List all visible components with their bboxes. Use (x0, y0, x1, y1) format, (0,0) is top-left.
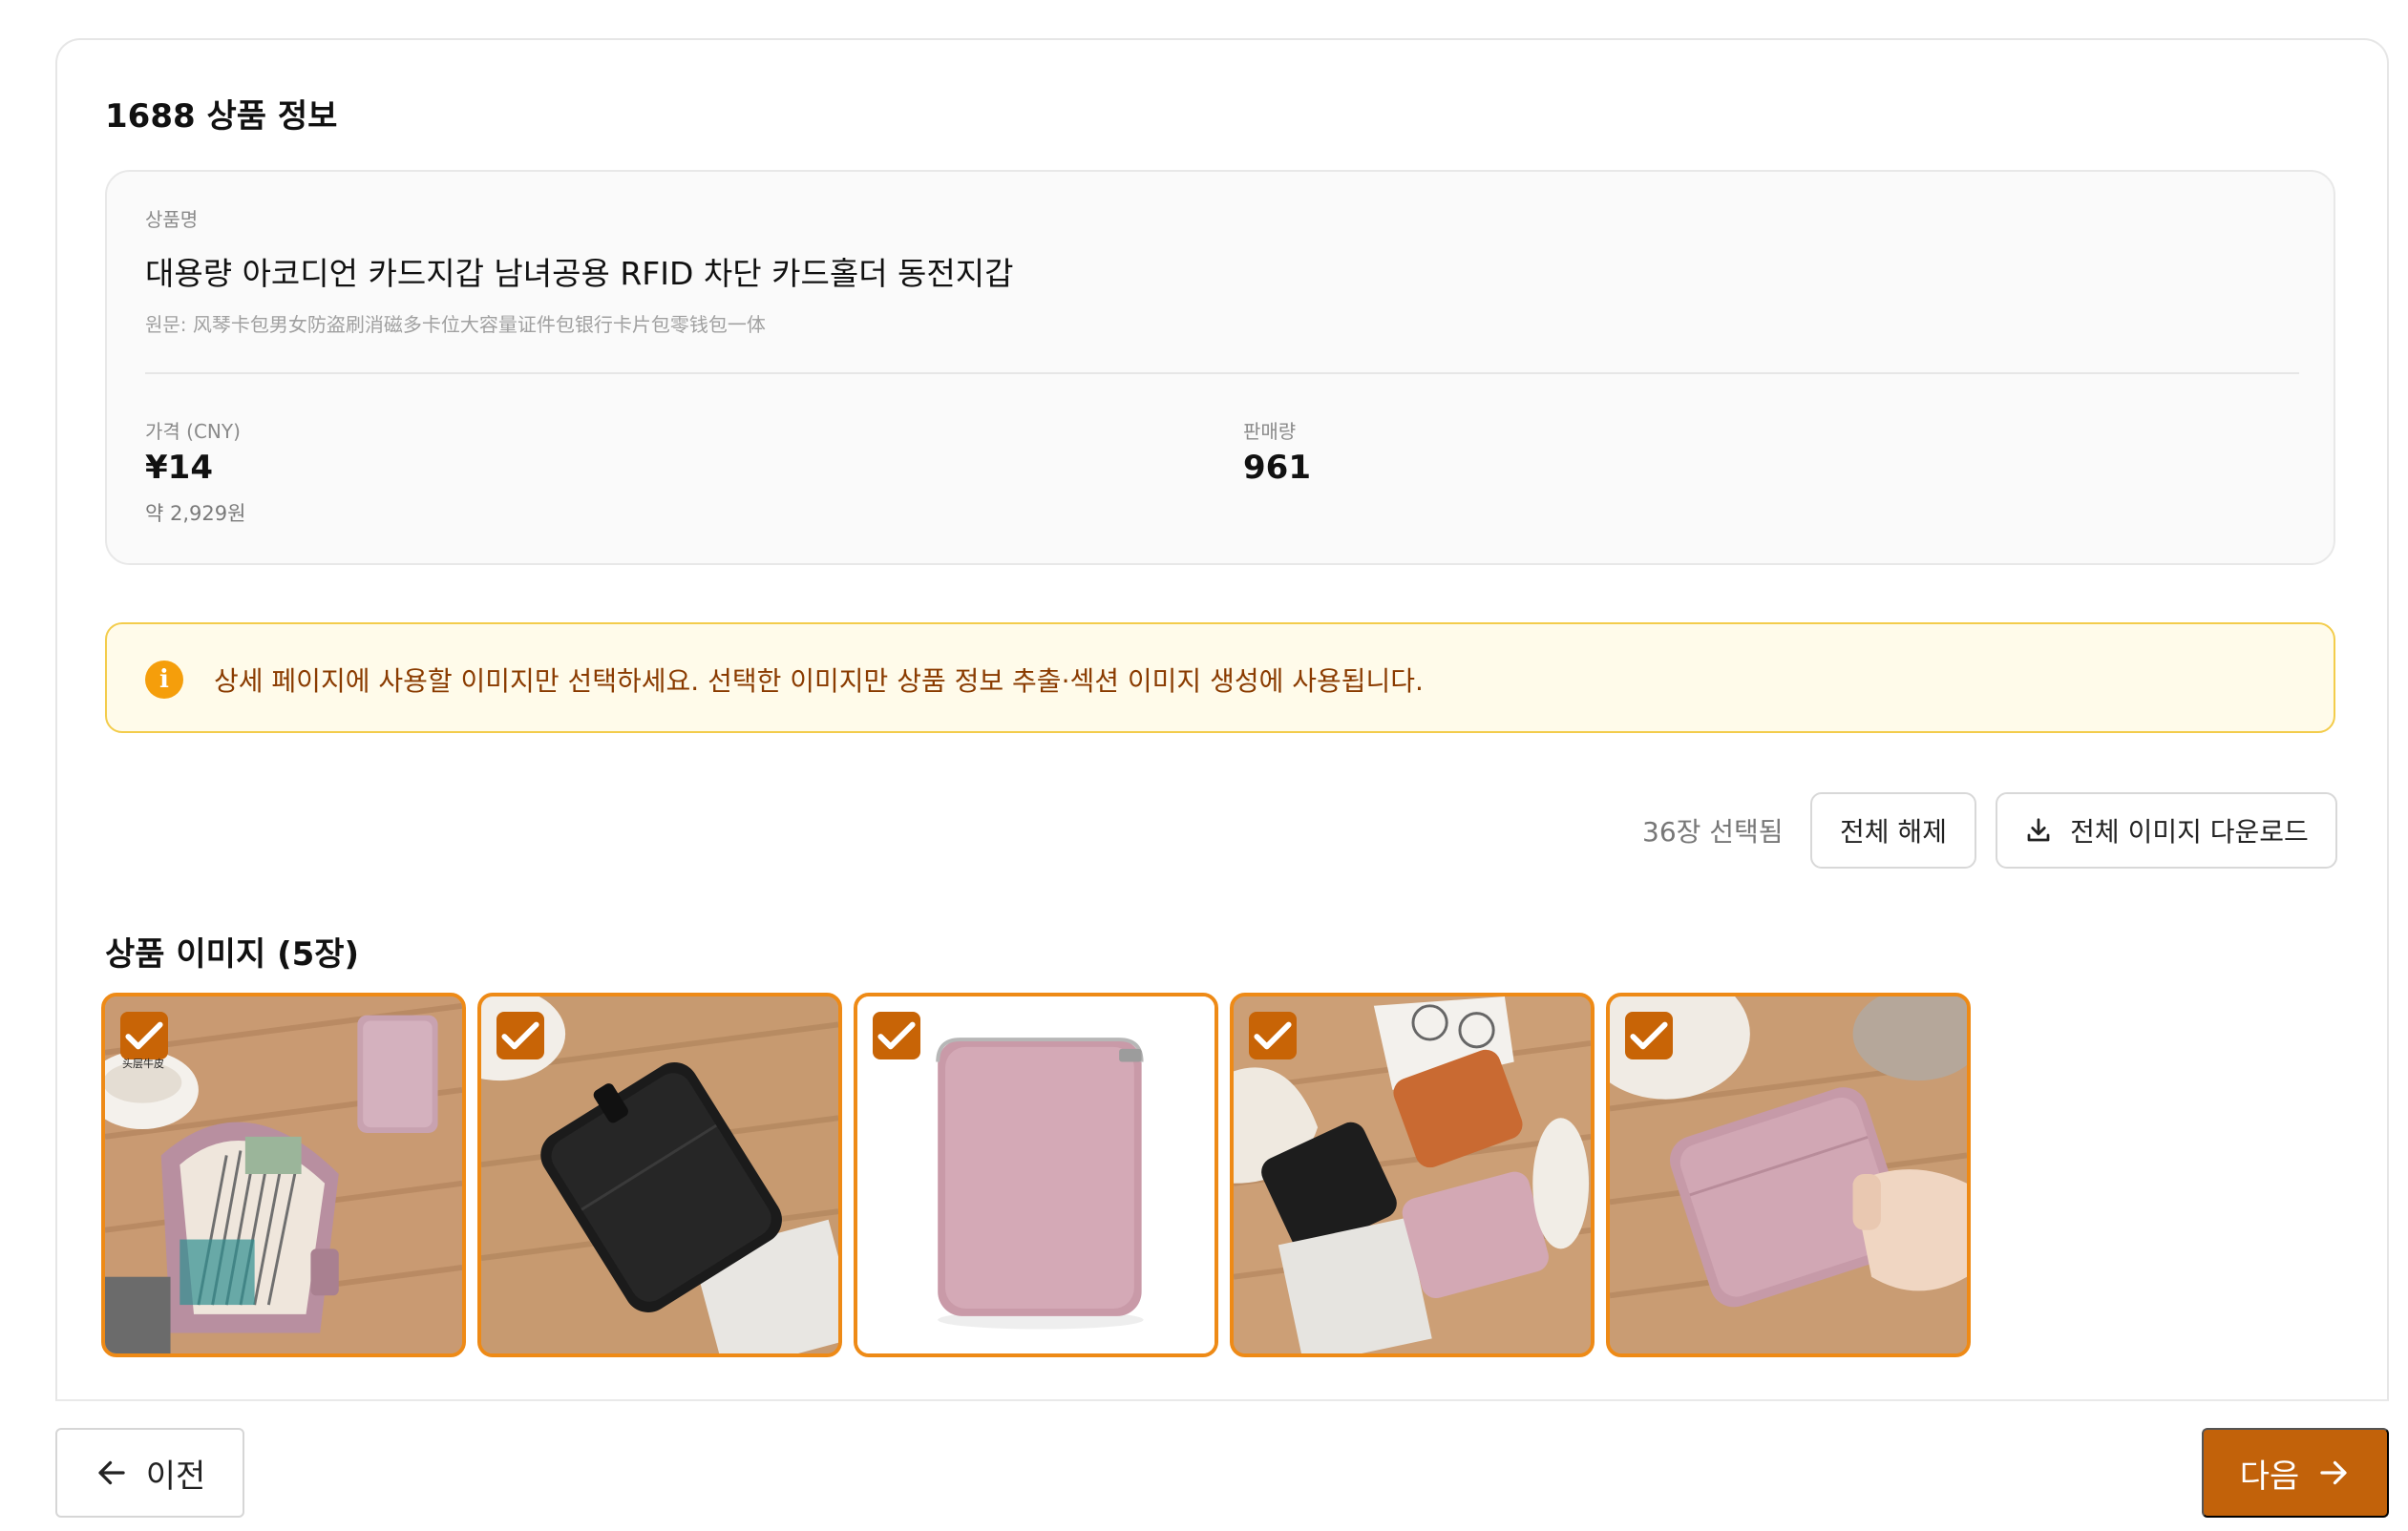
product-image-5[interactable] (1606, 993, 1971, 1357)
info-divider (145, 372, 2299, 374)
product-image-4[interactable] (1230, 993, 1595, 1357)
selected-count: 36장 선택됨 (1642, 816, 1784, 848)
selected-check-icon[interactable] (120, 1012, 168, 1059)
deselect-all-label: 전체 해제 (1840, 816, 1947, 848)
selected-check-icon[interactable] (873, 1012, 920, 1059)
prev-button[interactable]: 이전 (55, 1428, 244, 1518)
images-title: 상품 이미지 (5장) (105, 935, 360, 974)
selected-check-icon[interactable] (1625, 1012, 1673, 1059)
product-original-name: 원문: 风琴卡包男女防盗刷消磁多卡位大容量证件包银行卡片包零钱包一体 (145, 313, 766, 336)
product-info-box: 상품명 대용량 아코디언 카드지갑 남녀공용 RFID 차단 카드홀더 동전지갑… (105, 170, 2335, 565)
prev-label: 이전 (145, 1458, 206, 1495)
product-image-1[interactable]: 头层牛皮 (101, 993, 466, 1357)
price-krw: 약 2,929원 (145, 502, 246, 525)
next-label: 다음 (2239, 1458, 2300, 1495)
download-all-label: 전체 이미지 다운로드 (2070, 816, 2309, 848)
selected-check-icon[interactable] (496, 1012, 544, 1059)
image-overlay-text: 头层牛皮 (122, 1058, 164, 1070)
product-name: 대용량 아코디언 카드지갑 남녀공용 RFID 차단 카드홀더 동전지갑 (145, 255, 1014, 292)
download-all-button[interactable]: 전체 이미지 다운로드 (1996, 792, 2337, 869)
product-image-2[interactable] (477, 993, 842, 1357)
download-icon (2027, 818, 2050, 842)
selected-check-icon[interactable] (1249, 1012, 1297, 1059)
sales-value: 961 (1243, 449, 1311, 487)
arrow-right-icon (2320, 1460, 2347, 1485)
price-label: 가격 (CNY) (145, 420, 241, 443)
sales-label: 판매량 (1243, 420, 1297, 443)
product-image-3[interactable] (854, 993, 1218, 1357)
price-value: ¥14 (145, 449, 213, 487)
section-title: 1688 상품 정보 (105, 97, 338, 136)
next-button[interactable]: 다음 (2202, 1428, 2389, 1518)
arrow-left-icon (98, 1460, 125, 1485)
notice-banner: i 상세 페이지에 사용할 이미지만 선택하세요. 선택한 이미지만 상품 정보… (105, 622, 2335, 733)
notice-text: 상세 페이지에 사용할 이미지만 선택하세요. 선택한 이미지만 상품 정보 추… (214, 665, 1424, 697)
info-icon: i (145, 661, 183, 699)
deselect-all-button[interactable]: 전체 해제 (1810, 792, 1976, 869)
product-name-label: 상품명 (145, 208, 199, 231)
